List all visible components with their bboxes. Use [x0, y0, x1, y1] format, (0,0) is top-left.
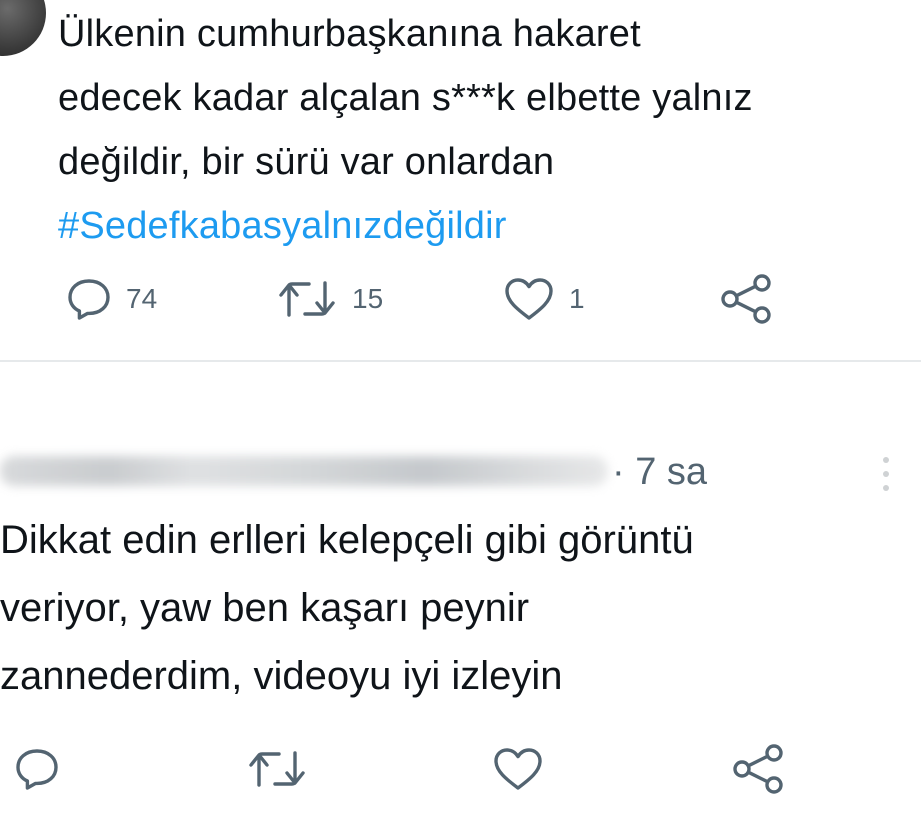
reply-icon	[14, 747, 60, 791]
tweet-text-line: veriyor, yaw ben kaşarı peynir	[0, 586, 530, 630]
like-count: 1	[569, 283, 585, 314]
tweet-time[interactable]: · 7 sa	[612, 446, 707, 498]
reply-count: 74	[126, 283, 158, 314]
user-name-blurred[interactable]	[0, 456, 608, 486]
tweet-text-line: Dikkat edin erlleri kelepçeli gibi görün…	[0, 518, 694, 562]
tweet-text-line: zannederdim, videoyu iyi izleyin	[0, 654, 563, 698]
reply-icon	[66, 277, 112, 321]
more-icon[interactable]	[880, 454, 892, 494]
reply-button[interactable]: 74	[66, 274, 157, 324]
tweet-text: Dikkat edin erlleri kelepçeli gibi görün…	[0, 506, 915, 710]
avatar[interactable]	[0, 0, 46, 56]
tweet-text-line: değildir, bir sürü var onlardan	[58, 141, 555, 183]
share-icon	[720, 274, 774, 324]
tweet-actions	[0, 744, 921, 794]
share-icon	[732, 744, 786, 794]
tweet-text-line: edecek kadar alçalan s***k elbette yalnı…	[58, 77, 753, 119]
retweet-icon	[246, 747, 308, 791]
retweet-button[interactable]	[246, 744, 308, 794]
divider	[0, 360, 921, 362]
retweet-button[interactable]: 15	[276, 274, 383, 324]
like-button[interactable]: 1	[503, 274, 585, 324]
share-button[interactable]	[720, 274, 774, 324]
retweet-icon	[276, 277, 338, 321]
tweet-text: Ülkenin cumhurbaşkanına hakaret edecek k…	[58, 2, 908, 258]
like-button[interactable]	[492, 744, 544, 794]
retweet-count: 15	[352, 283, 384, 314]
reply-button[interactable]	[14, 744, 60, 794]
like-icon	[503, 276, 555, 322]
like-icon	[492, 746, 544, 792]
hashtag-link[interactable]: #Sedefkabasyalnızdeğildir	[58, 194, 908, 258]
tweet-text-line: Ülkenin cumhurbaşkanına hakaret	[58, 13, 641, 55]
share-button[interactable]	[732, 744, 786, 794]
tweet-actions: 74 15 1	[0, 274, 921, 324]
tweet-header: · 7 sa	[0, 446, 921, 500]
